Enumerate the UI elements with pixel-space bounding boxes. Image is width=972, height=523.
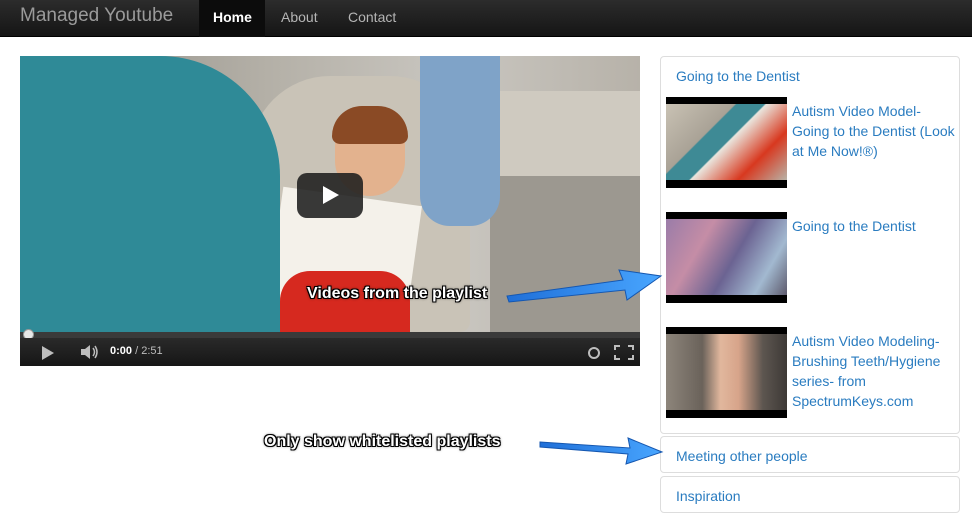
current-time: 0:00 [110,345,133,357]
playlist-title[interactable]: Going to the Dentist [676,68,800,84]
video-thumbnail[interactable] [666,97,787,188]
playlist-video-item[interactable]: Going to the Dentist [666,212,956,304]
time-display: 0:00 / 2:51 [110,345,163,357]
play-overlay-button[interactable] [297,173,363,218]
annotation-arrow [539,437,664,465]
nav-about[interactable]: About [267,0,332,37]
playlist-panel-meeting: Meeting other people [660,436,960,473]
playlist-title[interactable]: Meeting other people [676,448,808,464]
navbar: Managed Youtube Home About Contact [0,0,972,37]
nav-home[interactable]: Home [199,0,265,37]
watch-later-icon[interactable] [588,347,600,359]
video-thumbnail[interactable] [666,212,787,303]
annotation-arrow [506,269,663,303]
video-title-link[interactable]: Autism Video Model- Going to the Dentist… [792,101,956,161]
playlist-video-item[interactable]: Autism Video Modeling- Brushing Teeth/Hy… [666,327,956,419]
playlist-title[interactable]: Inspiration [676,488,741,504]
playlist-video-item[interactable]: Autism Video Model- Going to the Dentist… [666,97,956,189]
nav-contact[interactable]: Contact [334,0,410,37]
video-thumbnail[interactable] [666,327,787,418]
play-icon[interactable] [42,346,54,360]
annotation-label: Only show whitelisted playlists [264,433,501,450]
annotation-label: Videos from the playlist [307,285,488,302]
playlist-panel-inspiration: Inspiration [660,476,960,513]
play-icon [323,186,339,204]
video-title-link[interactable]: Autism Video Modeling- Brushing Teeth/Hy… [792,331,956,411]
player-controls: 0:00 / 2:51 [20,338,640,366]
video-title-link[interactable]: Going to the Dentist [792,216,956,236]
playlist-panel-dentist: Going to the Dentist Autism Video Model-… [660,56,960,434]
volume-icon[interactable] [80,344,100,360]
duration: / 2:51 [132,345,163,357]
video-player[interactable]: 0:00 / 2:51 [20,56,640,366]
brand-logo[interactable]: Managed Youtube [20,5,173,27]
fullscreen-icon[interactable] [614,345,634,360]
